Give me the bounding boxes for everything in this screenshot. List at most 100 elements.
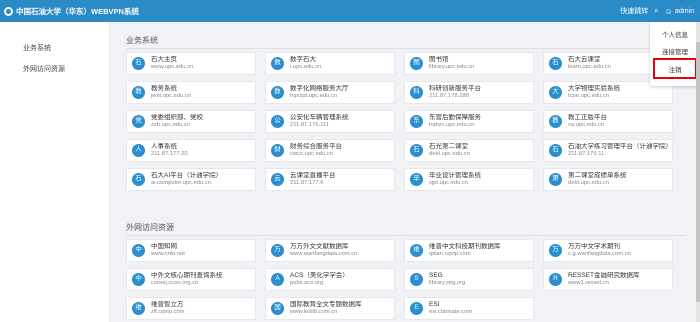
resource-card[interactable]: 毕毕业设计管理系统 sjpt.upc.edu.cn	[404, 168, 534, 191]
card-text: 科研创新服务平台 211.87.178.188	[429, 85, 481, 99]
resource-card[interactable]: 维维普中文科技期刊数据库 qikan.cqvip.com	[404, 239, 534, 262]
resource-card[interactable]: 石石大主页 www.upc.edu.cn	[126, 52, 256, 75]
card-text: 人事系统 211.87.177.20	[151, 143, 188, 157]
card-text: 国际教育全文专题数据库 www.leslib.com.cn	[290, 301, 362, 315]
resource-card[interactable]: 财财务综合服务平台 cwcx.upc.edu.cn	[265, 139, 395, 162]
card-url: 211.87.177.20	[151, 150, 188, 157]
resource-badge-icon: 图	[410, 57, 423, 70]
scrollbar[interactable]	[696, 22, 700, 322]
resource-badge-icon: 科	[410, 86, 423, 99]
resource-card[interactable]: 党党委组织部、党校 zzb.upc.edu.cn	[126, 110, 256, 133]
resource-card[interactable]: 维维普智立方 zlf.cqvip.com	[126, 297, 256, 320]
sidebar-item-external-resources[interactable]: 外网访问资源	[23, 64, 65, 74]
card-url: www.leslib.com.cn	[290, 308, 338, 315]
card-url: library.upc.edu.cn	[429, 63, 475, 70]
resource-card[interactable]: 石石大AI平台（计通学院） ai.computer.upc.edu.cn	[126, 168, 256, 191]
section-title-business-systems: 业务系统	[126, 36, 158, 45]
card-url: www.cnki.net	[151, 250, 185, 257]
resource-card[interactable]: 教教工正版平台 ca.upc.edu.cn	[543, 110, 673, 133]
card-url: www.wanfangdata.com.cn	[290, 250, 358, 257]
card-title: ESI	[429, 301, 440, 309]
card-title: 石大AI平台（计通学院）	[151, 172, 223, 180]
card-text: 数字化网络服务大厅 hqszpt.upc.edu.cn	[290, 85, 349, 99]
card-title: 维普中文科技期刊数据库	[429, 243, 501, 251]
logout-button[interactable]: 注销	[653, 58, 697, 79]
card-title: 科研创新服务平台	[429, 85, 481, 93]
resource-badge-icon: 万	[271, 244, 284, 257]
card-text: 石大AI平台（计通学院） ai.computer.upc.edu.cn	[151, 172, 222, 186]
scrollbar-thumb[interactable]	[696, 42, 700, 302]
card-title: 公安化车辆管理系统	[290, 114, 349, 122]
resource-card[interactable]: 人人事系统 211.87.177.20	[126, 139, 256, 162]
card-title: 石大云课堂	[568, 56, 601, 64]
resource-badge-icon: 石	[132, 57, 145, 70]
resource-card[interactable]: A ACS（美化学学会） pubs.acs.org	[265, 268, 395, 291]
resource-card[interactable]: S SEG library.seg.org	[404, 268, 534, 291]
resource-badge-icon: 党	[132, 115, 145, 128]
resource-badge-icon: 人	[132, 144, 145, 157]
card-url: cwcx.upc.edu.cn	[290, 150, 333, 157]
user-icon: ☺	[664, 6, 673, 16]
resource-badge-icon: 维	[132, 302, 145, 315]
resource-card[interactable]: 教教务系统 jwxt.upc.edu.cn	[126, 81, 256, 104]
resource-card[interactable]: 中中外文核心期刊查询系统 coreej.cceu.org.cn	[126, 268, 256, 291]
resource-badge-icon: 公	[271, 115, 284, 128]
resource-card[interactable]: 数数字石大 i.upc.edu.cn	[265, 52, 395, 75]
resource-badge-icon: 中	[132, 273, 145, 286]
menu-item-profile[interactable]: 个人信息	[650, 29, 700, 39]
card-text: 维普中文科技期刊数据库 qikan.cqvip.com	[429, 243, 501, 257]
resource-card[interactable]: 数数字化网络服务大厅 hqszpt.upc.edu.cn	[265, 81, 395, 104]
card-url: ca.upc.edu.cn	[568, 121, 605, 128]
username: admin	[674, 7, 694, 15]
resource-badge-icon: 石	[410, 144, 423, 157]
resource-badge-icon: S	[410, 273, 423, 286]
card-text: 教工正版平台 ca.upc.edu.cn	[568, 114, 607, 128]
university-logo-icon	[4, 6, 13, 16]
resource-card[interactable]: 科科研创新服务平台 211.87.178.188	[404, 81, 534, 104]
resource-card[interactable]: 中中国知网 www.cnki.net	[126, 239, 256, 262]
resource-badge-icon: 维	[410, 244, 423, 257]
card-title: 党委组织部、党校	[151, 114, 203, 122]
resource-badge-icon: A	[271, 273, 284, 286]
logout-label: 注销	[668, 66, 682, 74]
quick-jump-link[interactable]: 快速跳转	[620, 6, 648, 16]
card-text: 云课堂直播平台 211.87.177.6	[290, 172, 336, 186]
resource-card[interactable]: 云云课堂直播平台 211.87.177.6	[265, 168, 395, 191]
user-menu-trigger[interactable]: ☺ admin	[665, 7, 694, 16]
resource-card[interactable]: 石石油大学练习管理平台（计通学院） 211.87.179.11	[543, 139, 673, 162]
card-url: 211.87.176.111	[290, 121, 330, 128]
card-title: 云课堂直播平台	[290, 172, 336, 180]
resource-card[interactable]: 万万方中文学术期刊 c.g.wanfangdata.com.cn	[543, 239, 673, 262]
card-text: 第二课堂成绩单系统 dekt.upc.edu.cn	[568, 172, 627, 186]
card-title: 数字石大	[290, 56, 316, 64]
resource-card[interactable]: 公公安化车辆管理系统 211.87.176.111	[265, 110, 395, 133]
top-bar-actions: 快速跳转 ⌕ ☺ admin	[620, 0, 694, 22]
resource-card[interactable]: 第第二课堂成绩单系统 dekt.upc.edu.cn	[543, 168, 673, 191]
card-title: 第二课堂成绩单系统	[568, 172, 627, 180]
card-url: www1.resset.cn	[568, 279, 609, 286]
resource-card[interactable]: 万万方外文文献数据库 www.wanfangdata.com.cn	[265, 239, 395, 262]
card-url: pubs.acs.org	[290, 279, 324, 286]
resource-card[interactable]: E ESI esi.clarivate.com	[404, 297, 534, 320]
resource-card[interactable]: R RESSET金融研究数据库 www1.resset.cn	[543, 268, 673, 291]
resource-card[interactable]: 石石光第二课堂 dekt.upc.edu.cn	[404, 139, 534, 162]
section-divider	[126, 235, 686, 236]
sidebar-item-business-systems[interactable]: 业务系统	[23, 43, 51, 53]
resource-card[interactable]: 图图书馆 library.upc.edu.cn	[404, 52, 534, 75]
card-url: 211.87.179.11	[568, 150, 605, 157]
card-text: 党委组织部、党校 zzb.upc.edu.cn	[151, 114, 203, 128]
card-url: tcpe.upc.edu.cn	[568, 92, 609, 99]
section-divider	[126, 48, 686, 49]
resource-badge-icon: R	[549, 273, 562, 286]
resource-card[interactable]: 东东营后勤保障服务 hqbzc.upc.edu.cn	[404, 110, 534, 133]
menu-item-connection-management[interactable]: 连接管理	[650, 46, 700, 56]
resource-card[interactable]: 国国际教育全文专题数据库 www.leslib.com.cn	[265, 297, 395, 320]
card-text: ESI esi.clarivate.com	[429, 301, 472, 315]
card-text: 石大云课堂 learn.upc.edu.cn	[568, 56, 611, 70]
card-url: hqszpt.upc.edu.cn	[290, 92, 338, 99]
card-url: coreej.cceu.org.cn	[151, 279, 199, 286]
card-text: 图书馆 library.upc.edu.cn	[429, 56, 474, 70]
search-icon[interactable]: ⌕	[654, 6, 658, 16]
card-url: c.g.wanfangdata.com.cn	[568, 250, 631, 257]
resource-badge-icon: 万	[549, 244, 562, 257]
